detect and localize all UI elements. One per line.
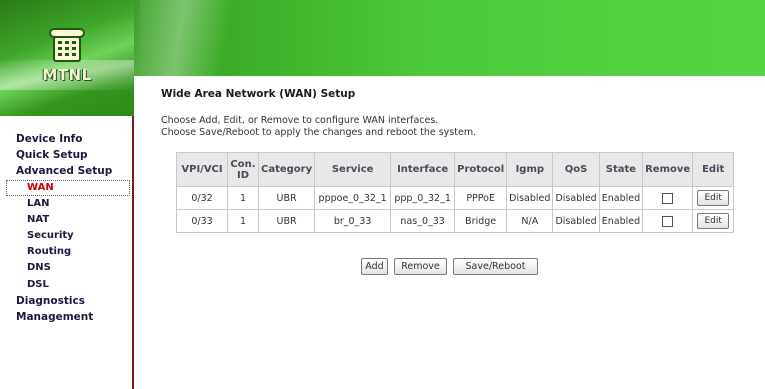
- cell-igmp: Disabled: [506, 186, 554, 210]
- column-header-edit: Edit: [692, 152, 735, 187]
- sidebar-item-wan[interactable]: WAN: [6, 179, 130, 196]
- cell-qos: Disabled: [552, 186, 600, 210]
- table-row: 0/32 1 UBR pppoe_0_32_1 ppp_0_32_1 PPPoE…: [176, 186, 735, 210]
- cell-vpi-vci: 0/32: [176, 186, 228, 210]
- column-header-qos: QoS: [552, 152, 600, 187]
- sidebar-item-management[interactable]: Management: [16, 309, 134, 325]
- cell-con-id: 1: [227, 209, 259, 233]
- remove-button[interactable]: Remove: [394, 258, 447, 275]
- cell-protocol: PPPoE: [454, 186, 508, 210]
- column-header-category: Category: [257, 152, 316, 187]
- sidebar: MTNL Device Info Quick Setup Advanced Se…: [0, 0, 134, 389]
- sidebar-item-advanced-setup[interactable]: Advanced Setup: [16, 163, 134, 179]
- column-header-protocol: Protocol: [454, 152, 508, 187]
- cell-service: br_0_33: [314, 209, 392, 233]
- brand-logo-text: MTNL: [42, 66, 92, 84]
- cell-vpi-vci: 0/33: [176, 209, 228, 233]
- cell-edit: Edit: [692, 209, 735, 233]
- cell-qos: Disabled: [552, 209, 600, 233]
- column-header-state: State: [598, 152, 644, 187]
- banner-decoration: [120, 0, 270, 76]
- table-header-row: VPI/VCI Con. ID Category Service Interfa…: [176, 152, 735, 187]
- cell-protocol: Bridge: [454, 209, 508, 233]
- cell-state: Enabled: [598, 209, 644, 233]
- table-row: 0/33 1 UBR br_0_33 nas_0_33 Bridge N/A D…: [176, 209, 735, 233]
- column-header-vpi-vci: VPI/VCI: [176, 152, 228, 187]
- page-description: Choose Add, Edit, or Remove to configure…: [161, 115, 761, 139]
- sidebar-item-routing[interactable]: Routing: [16, 244, 134, 260]
- cell-remove: [642, 209, 694, 233]
- sidebar-item-nat[interactable]: NAT: [16, 212, 134, 228]
- description-line: Choose Save/Reboot to apply the changes …: [161, 127, 477, 138]
- cell-interface: ppp_0_32_1: [390, 186, 456, 210]
- sidebar-item-quick-setup[interactable]: Quick Setup: [16, 147, 134, 163]
- column-header-con-id: Con. ID: [227, 152, 259, 187]
- column-header-interface: Interface: [390, 152, 456, 187]
- cell-state: Enabled: [598, 186, 644, 210]
- column-header-service: Service: [314, 152, 392, 187]
- edit-button[interactable]: Edit: [697, 190, 729, 206]
- wan-interfaces-table: VPI/VCI Con. ID Category Service Interfa…: [176, 152, 735, 233]
- cell-interface: nas_0_33: [390, 209, 456, 233]
- column-header-igmp: Igmp: [506, 152, 554, 187]
- cell-con-id: 1: [227, 186, 259, 210]
- save-reboot-button[interactable]: Save/Reboot: [453, 258, 538, 275]
- edit-button[interactable]: Edit: [697, 213, 729, 229]
- add-button[interactable]: Add: [361, 258, 388, 275]
- cell-category: UBR: [257, 186, 316, 210]
- page-title: Wide Area Network (WAN) Setup: [161, 88, 356, 100]
- cell-category: UBR: [257, 209, 316, 233]
- cell-remove: [642, 186, 694, 210]
- sidebar-item-lan[interactable]: LAN: [16, 196, 134, 212]
- logo-area: MTNL: [0, 0, 134, 116]
- sidebar-item-device-info[interactable]: Device Info: [16, 131, 134, 147]
- cell-edit: Edit: [692, 186, 735, 210]
- main-content: Wide Area Network (WAN) Setup Choose Add…: [161, 88, 761, 139]
- sidebar-item-security[interactable]: Security: [16, 228, 134, 244]
- sidebar-item-diagnostics[interactable]: Diagnostics: [16, 293, 134, 309]
- telephone-logo-icon: [49, 28, 85, 62]
- sidebar-nav: Device Info Quick Setup Advanced Setup W…: [6, 131, 134, 325]
- description-line: Choose Add, Edit, or Remove to configure…: [161, 115, 439, 126]
- column-header-remove: Remove: [642, 152, 694, 187]
- sidebar-item-dns[interactable]: DNS: [16, 260, 134, 276]
- remove-checkbox[interactable]: [662, 215, 674, 227]
- remove-checkbox[interactable]: [662, 192, 674, 204]
- cell-igmp: N/A: [506, 209, 554, 233]
- cell-service: pppoe_0_32_1: [314, 186, 392, 210]
- sidebar-item-dsl[interactable]: DSL: [16, 277, 134, 293]
